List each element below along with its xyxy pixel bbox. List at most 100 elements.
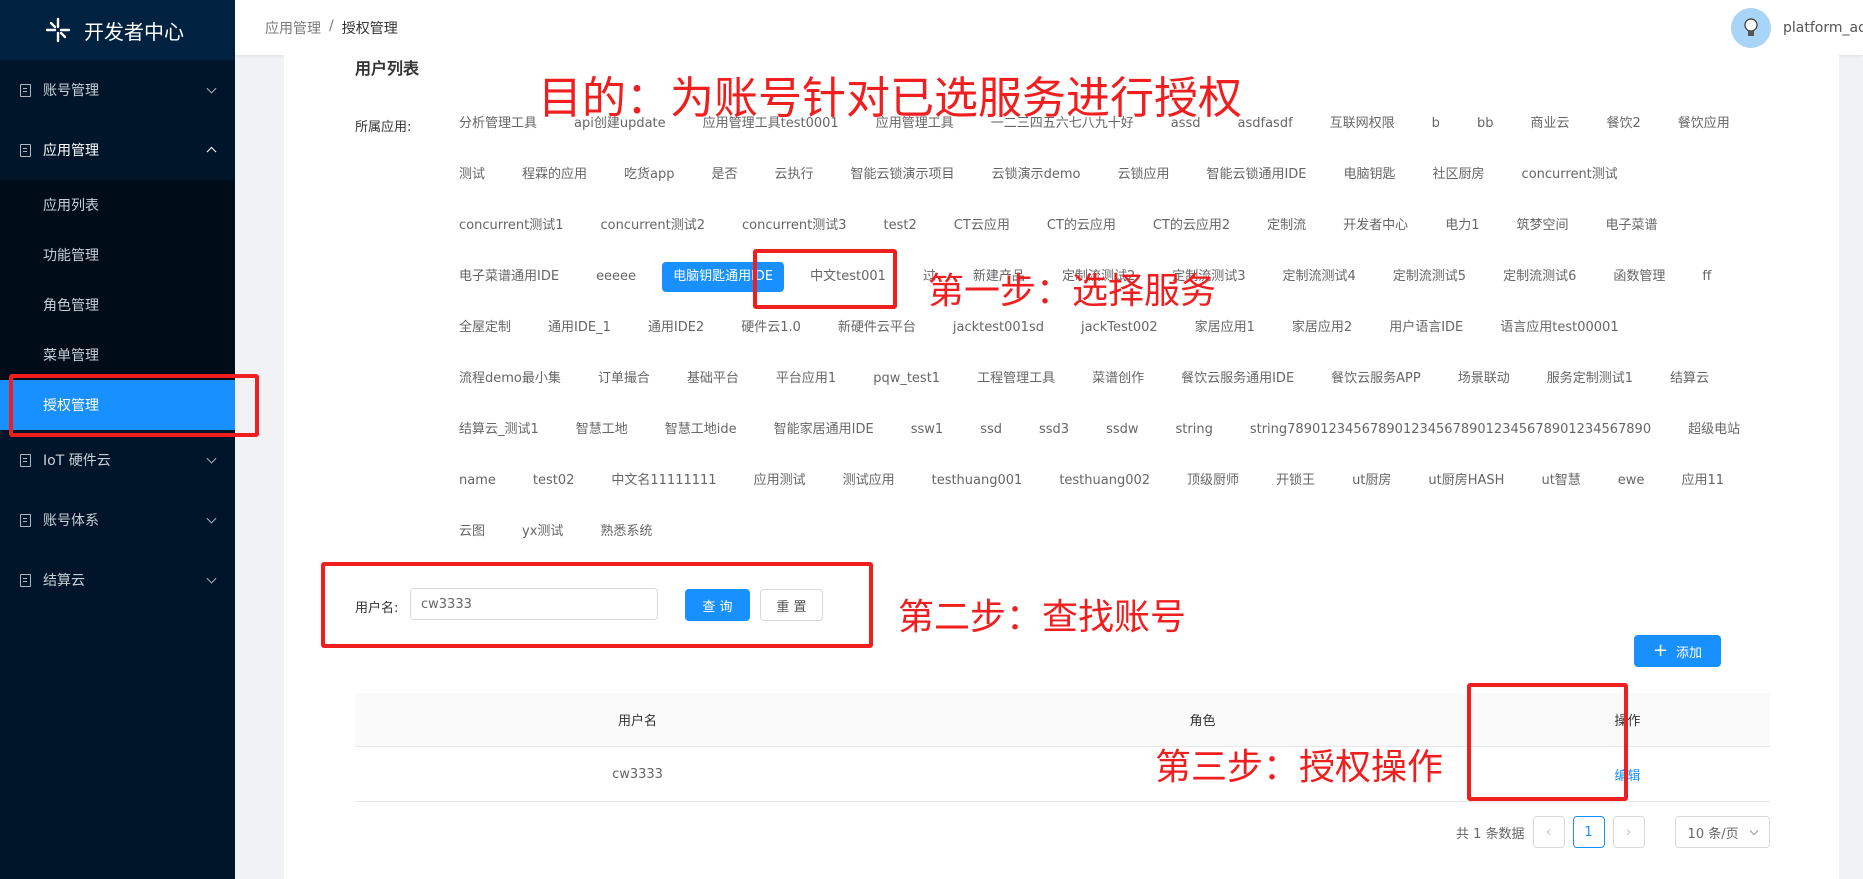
app-tag[interactable]: 吃货app (613, 155, 685, 195)
menu-app-management[interactable]: 应用管理 (0, 120, 235, 180)
app-tag[interactable]: 电力1 (1434, 206, 1490, 246)
app-tag[interactable]: 应用11 (1670, 461, 1735, 501)
app-tag[interactable]: 智慧工地 (565, 410, 639, 450)
page-button-1[interactable]: 1 (1572, 816, 1605, 848)
app-tag[interactable]: 定制流测试5 (1382, 257, 1477, 297)
app-tag[interactable]: concurrent测试2 (590, 206, 717, 246)
app-tag[interactable]: 智能家居通用IDE (763, 410, 885, 450)
next-page-button[interactable]: › (1612, 816, 1645, 848)
breadcrumb-item-app-management[interactable]: 应用管理 (265, 18, 321, 38)
app-tag[interactable]: 语言应用test00001 (1489, 308, 1629, 348)
sidebar-item-feature-management[interactable]: 功能管理 (0, 230, 235, 280)
app-tag[interactable]: 测试 (448, 155, 496, 195)
sidebar-item-menu-management[interactable]: 菜单管理 (0, 330, 235, 380)
add-button[interactable]: + 添加 (1634, 635, 1721, 667)
app-tag[interactable]: 订单撮合 (587, 359, 661, 399)
menu-account-system[interactable]: 账号体系 (0, 490, 235, 550)
app-tag[interactable]: ssw1 (900, 410, 954, 450)
app-tag[interactable]: 餐饮云服务APP (1320, 359, 1432, 399)
app-tag[interactable]: concurrent测试1 (448, 206, 575, 246)
app-tag[interactable]: 全屋定制 (448, 308, 522, 348)
app-tag[interactable]: 平台应用1 (765, 359, 847, 399)
menu-iot-hardware-cloud[interactable]: IoT 硬件云 (0, 430, 235, 490)
app-tag[interactable]: CT的云应用 (1036, 206, 1127, 246)
app-tag[interactable]: 场景联动 (1447, 359, 1521, 399)
user-menu[interactable]: platform_ad (1731, 0, 1863, 55)
app-tag[interactable]: 用户语言IDE (1378, 308, 1474, 348)
app-tag[interactable]: testhuang002 (1048, 461, 1161, 501)
app-tag[interactable]: 菜谱创作 (1081, 359, 1155, 399)
app-tag[interactable]: 通用IDE_1 (537, 308, 622, 348)
sidebar-item-app-list[interactable]: 应用列表 (0, 180, 235, 230)
app-tag[interactable]: 分析管理工具 (448, 104, 548, 144)
sidebar-item-role-management[interactable]: 角色管理 (0, 280, 235, 330)
app-tag[interactable]: 通用IDE2 (637, 308, 715, 348)
app-tag[interactable]: 函数管理 (1602, 257, 1676, 297)
app-tag[interactable]: string (1165, 410, 1224, 450)
app-tag[interactable]: 新硬件云平台 (827, 308, 927, 348)
app-tag[interactable]: 流程demo最小集 (448, 359, 572, 399)
app-tag[interactable]: 云锁演示demo (981, 155, 1092, 195)
page-size-select[interactable]: 10 条/页 (1674, 816, 1770, 848)
app-tag[interactable]: 家居应用2 (1281, 308, 1363, 348)
app-tag[interactable]: 结算云 (1659, 359, 1720, 399)
app-tag[interactable]: 电脑钥匙 (1333, 155, 1407, 195)
app-tag[interactable]: ut智慧 (1530, 461, 1591, 501)
app-tag[interactable]: 应用测试 (743, 461, 817, 501)
app-tag[interactable]: testhuang001 (921, 461, 1034, 501)
app-tag[interactable]: 智能云锁通用IDE (1195, 155, 1317, 195)
app-tag[interactable]: 熟悉系统 (589, 512, 663, 552)
app-tag[interactable]: ssdw (1095, 410, 1149, 450)
app-tag[interactable]: ut厨房HASH (1417, 461, 1515, 501)
app-tag[interactable]: jacktest001sd (942, 308, 1055, 348)
app-tag[interactable]: 电子菜谱通用IDE (448, 257, 570, 297)
app-tag[interactable]: yx测试 (511, 512, 574, 552)
app-tag[interactable]: name (448, 461, 507, 501)
app-tag[interactable]: 定制流 (1256, 206, 1317, 246)
app-tag[interactable]: ff (1691, 257, 1722, 297)
app-tag[interactable]: 筑梦空间 (1505, 206, 1579, 246)
app-tag[interactable]: 顶级厨师 (1176, 461, 1250, 501)
app-tag[interactable]: 程霖的应用 (511, 155, 598, 195)
app-tag[interactable]: 中文名11111111 (600, 461, 727, 501)
app-tag[interactable]: ut厨房 (1341, 461, 1402, 501)
app-tag[interactable]: CT云应用 (943, 206, 1021, 246)
app-tag[interactable]: 餐饮应用 (1667, 104, 1741, 144)
app-tag[interactable]: CT的云应用2 (1142, 206, 1241, 246)
app-tag[interactable]: 测试应用 (832, 461, 906, 501)
app-tag[interactable]: 智能云锁演示项目 (840, 155, 966, 195)
app-tag[interactable]: 结算云_测试1 (448, 410, 550, 450)
app-tag[interactable]: 基础平台 (676, 359, 750, 399)
app-tag[interactable]: 社区厨房 (1422, 155, 1496, 195)
app-tag[interactable]: test02 (522, 461, 586, 501)
app-tag[interactable]: ssd3 (1028, 410, 1080, 450)
app-tag[interactable]: 超级电站 (1677, 410, 1751, 450)
app-tag[interactable]: 开锁王 (1265, 461, 1326, 501)
app-tag[interactable]: 电子菜谱 (1594, 206, 1668, 246)
app-tag[interactable]: 工程管理工具 (966, 359, 1066, 399)
app-tag[interactable]: string7890123456789012345678901234567890… (1239, 410, 1662, 450)
app-tag[interactable]: b (1421, 104, 1451, 144)
app-tag[interactable]: 餐饮云服务通用IDE (1170, 359, 1305, 399)
app-tag[interactable]: 商业云 (1519, 104, 1580, 144)
app-tag[interactable]: eeeee (585, 257, 647, 297)
app-tag[interactable]: 互联网权限 (1319, 104, 1406, 144)
app-tag[interactable]: 服务定制测试1 (1536, 359, 1644, 399)
app-tag[interactable]: 云执行 (764, 155, 825, 195)
app-tag[interactable]: test2 (873, 206, 928, 246)
logo[interactable]: 开发者中心 (0, 0, 235, 60)
menu-account-management[interactable]: 账号管理 (0, 60, 235, 120)
app-tag[interactable]: 硬件云1.0 (730, 308, 812, 348)
app-tag[interactable]: 家居应用1 (1184, 308, 1266, 348)
app-tag[interactable]: 云锁应用 (1106, 155, 1180, 195)
app-tag[interactable]: ssd (969, 410, 1013, 450)
avatar[interactable] (1731, 7, 1771, 48)
app-tag[interactable]: 云图 (448, 512, 496, 552)
app-tag[interactable]: 开发者中心 (1332, 206, 1419, 246)
app-tag[interactable]: 是否 (701, 155, 749, 195)
app-tag[interactable]: bb (1466, 104, 1505, 144)
app-tag[interactable]: 餐饮2 (1595, 104, 1651, 144)
menu-settlement-cloud[interactable]: 结算云 (0, 550, 235, 610)
app-tag[interactable]: concurrent测试3 (731, 206, 858, 246)
app-tag[interactable]: 智慧工地ide (654, 410, 748, 450)
